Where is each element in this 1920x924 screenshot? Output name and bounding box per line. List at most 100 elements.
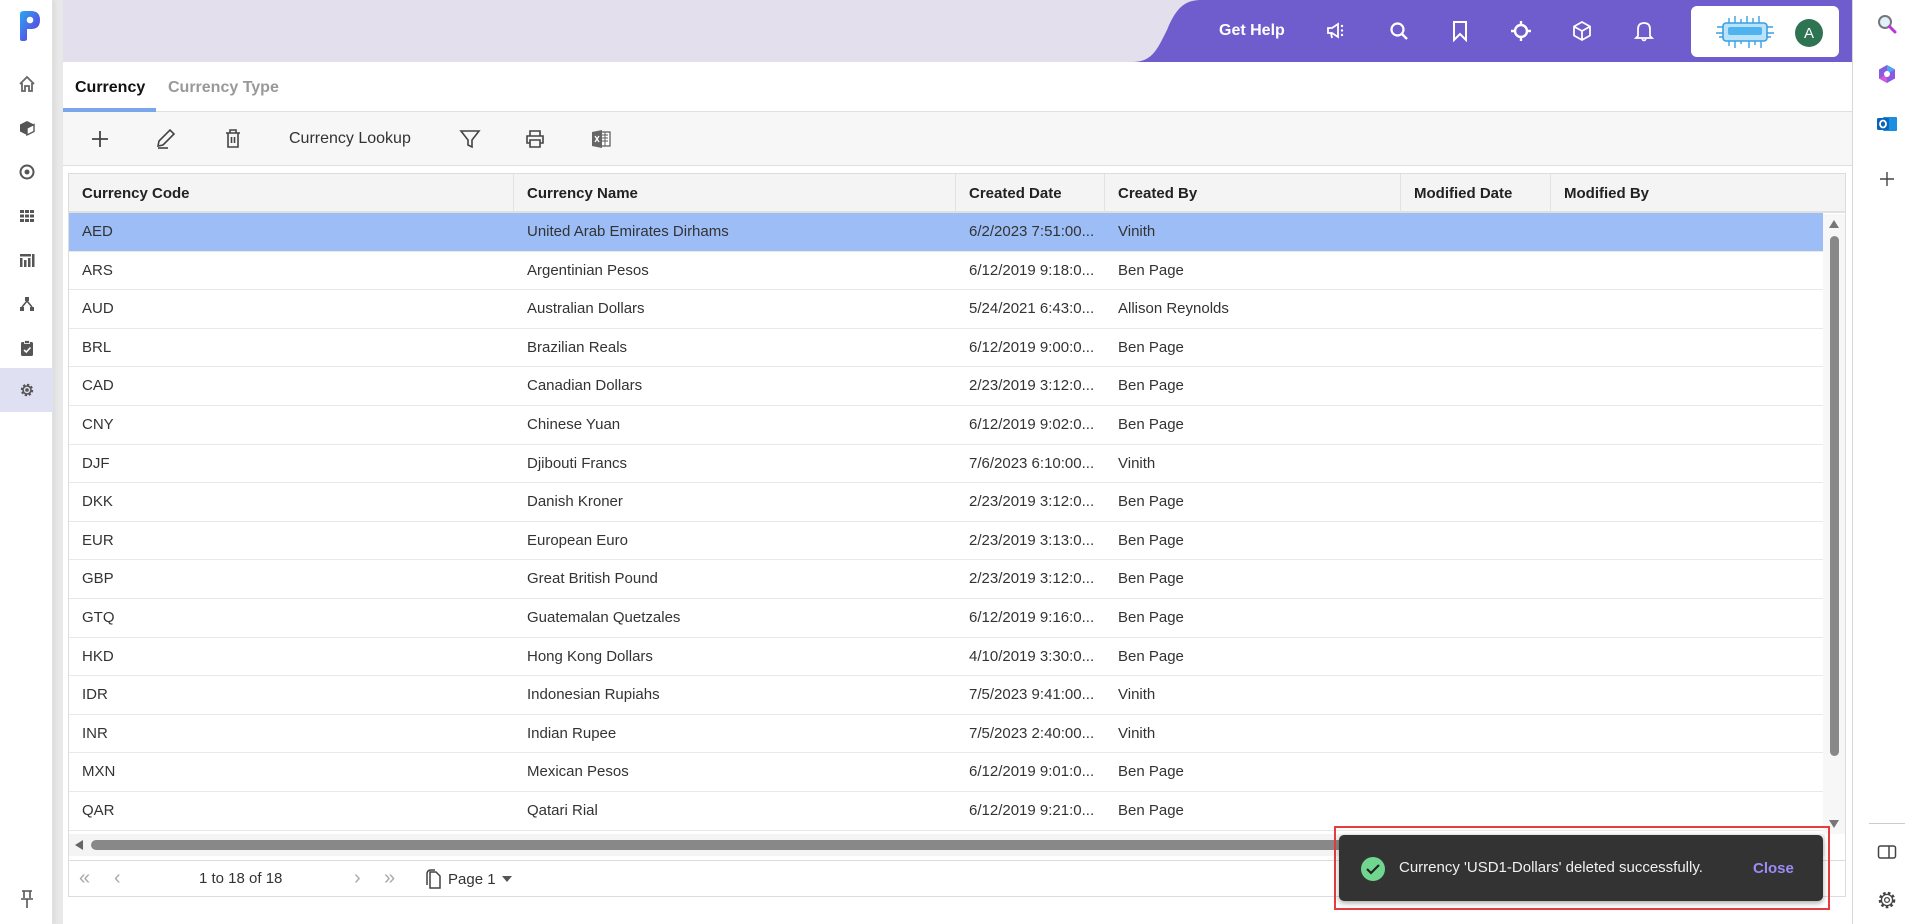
page-selector[interactable]: Page 1 bbox=[424, 867, 512, 891]
previous-page-button[interactable]: ‹ bbox=[114, 867, 121, 890]
pin-icon bbox=[20, 890, 33, 908]
cell-modified-by bbox=[1551, 290, 1823, 328]
cell-created-by: Ben Page bbox=[1118, 570, 1184, 588]
locate-button[interactable] bbox=[1508, 18, 1534, 44]
first-page-button[interactable]: « bbox=[79, 867, 90, 890]
table-row[interactable]: CNY Chinese Yuan 6/12/2019 9:02:0... Ben Pa… bbox=[69, 406, 1823, 445]
cell-created-by: Ben Page bbox=[1118, 608, 1184, 626]
scroll-down-arrow[interactable] bbox=[1829, 820, 1839, 828]
add-app-button[interactable] bbox=[1873, 165, 1901, 193]
table-row[interactable]: MXN Mexican Pesos 6/12/2019 9:01:0... Ben P… bbox=[69, 753, 1823, 792]
cell-created-by: Vinith bbox=[1118, 724, 1156, 742]
cell-currency-code: INR bbox=[82, 724, 108, 742]
tab-currency-type[interactable]: Currency Type bbox=[168, 79, 279, 97]
notifications-button[interactable] bbox=[1631, 18, 1657, 44]
table-row[interactable]: EUR European Euro 2/23/2019 3:13:0... Ben P… bbox=[69, 522, 1823, 561]
nav-hierarchy[interactable] bbox=[0, 282, 53, 326]
delete-button[interactable] bbox=[218, 125, 248, 153]
currency-lookup-button[interactable]: Currency Lookup bbox=[289, 125, 411, 153]
copilot-button[interactable] bbox=[1873, 60, 1901, 88]
outlook-icon bbox=[1877, 117, 1897, 131]
table-row[interactable]: ARS Argentinian Pesos 6/12/2019 9:18:0... B… bbox=[69, 252, 1823, 291]
column-header-currency-name[interactable]: Currency Name bbox=[514, 174, 956, 213]
nav-apps[interactable] bbox=[0, 194, 53, 238]
nav-tasks[interactable] bbox=[0, 326, 53, 370]
cell-currency-name: Canadian Dollars bbox=[527, 377, 643, 395]
toast-close-button[interactable]: Close bbox=[1753, 860, 1794, 877]
cell-currency-code: QAR bbox=[82, 801, 115, 819]
nav-goals[interactable] bbox=[0, 150, 53, 194]
cell-modified-by bbox=[1551, 638, 1823, 676]
app-logo[interactable] bbox=[17, 10, 41, 42]
bookmarks-button[interactable] bbox=[1447, 18, 1473, 44]
column-header-currency-code[interactable]: Currency Code bbox=[69, 174, 514, 213]
nav-settings[interactable] bbox=[0, 368, 53, 412]
filter-button[interactable] bbox=[455, 125, 485, 153]
cell-modified-date bbox=[1401, 213, 1551, 251]
plus-icon bbox=[92, 131, 108, 147]
bell-icon bbox=[1634, 22, 1654, 42]
nav-reports[interactable] bbox=[0, 238, 53, 282]
table-row[interactable]: GBP Great British Pound 2/23/2019 3:12:0..… bbox=[69, 560, 1823, 599]
table-row[interactable]: QAR Qatari Rial 6/12/2019 9:21:0... Ben Pag… bbox=[69, 792, 1823, 831]
scroll-up-arrow[interactable] bbox=[1829, 220, 1839, 228]
header-search-button[interactable] bbox=[1386, 18, 1412, 44]
last-page-button[interactable]: » bbox=[384, 867, 395, 890]
cell-currency-code: GBP bbox=[82, 570, 114, 588]
announcements-button[interactable] bbox=[1324, 18, 1350, 44]
cell-created-date: 6/12/2019 9:16:0... bbox=[969, 608, 1095, 626]
table-row[interactable]: HKD Hong Kong Dollars 4/10/2019 3:30:0... B… bbox=[69, 638, 1823, 677]
target-icon bbox=[19, 164, 34, 180]
chart-icon bbox=[19, 254, 34, 267]
table-row[interactable]: AED United Arab Emirates Dirhams 6/2/2023 … bbox=[69, 213, 1823, 252]
cell-created-date: 2/23/2019 3:12:0... bbox=[969, 570, 1095, 588]
vertical-scroll-thumb[interactable] bbox=[1830, 236, 1839, 756]
cell-currency-code: GTQ bbox=[82, 608, 115, 626]
table-row[interactable]: IDR Indonesian Rupiahs 7/5/2023 9:41:00...… bbox=[69, 676, 1823, 715]
table-row[interactable]: BRL Brazilian Reals 6/12/2019 9:00:0... Ben… bbox=[69, 329, 1823, 368]
table-row[interactable]: CAD Canadian Dollars 2/23/2019 3:12:0... Be… bbox=[69, 367, 1823, 406]
cell-currency-name: European Euro bbox=[527, 531, 628, 549]
cell-created-date: 6/12/2019 9:01:0... bbox=[969, 763, 1095, 781]
cell-currency-code: EUR bbox=[82, 531, 114, 549]
table-row[interactable]: DKK Danish Kroner 2/23/2019 3:12:0... Ben P… bbox=[69, 483, 1823, 522]
vertical-scrollbar[interactable] bbox=[1823, 214, 1845, 834]
outlook-button[interactable] bbox=[1873, 110, 1901, 138]
bookmark-icon bbox=[1453, 21, 1467, 42]
page-label: Page 1 bbox=[448, 870, 496, 888]
side-settings-button[interactable] bbox=[1873, 886, 1901, 914]
column-header-created-by[interactable]: Created By bbox=[1105, 174, 1401, 213]
packages-button[interactable] bbox=[1569, 18, 1595, 44]
export-excel-button[interactable] bbox=[586, 125, 616, 153]
table-row[interactable]: DJF Djibouti Francs 7/6/2023 6:10:00... Vin… bbox=[69, 445, 1823, 484]
table-row[interactable]: INR Indian Rupee 7/5/2023 2:40:00... Vinith bbox=[69, 715, 1823, 754]
nav-home[interactable] bbox=[0, 62, 53, 106]
column-header-modified-by[interactable]: Modified By bbox=[1551, 174, 1845, 213]
next-page-button[interactable]: › bbox=[354, 867, 361, 890]
toggle-sidebar-button[interactable] bbox=[1873, 838, 1901, 866]
plus-icon bbox=[1880, 172, 1894, 186]
cell-modified-date bbox=[1401, 329, 1551, 367]
add-button[interactable] bbox=[85, 125, 115, 153]
user-avatar[interactable]: A bbox=[1795, 19, 1823, 47]
table-row[interactable]: AUD Australian Dollars 5/24/2021 6:43:0...… bbox=[69, 290, 1823, 329]
column-header-created-date[interactable]: Created Date bbox=[956, 174, 1105, 213]
side-search-button[interactable] bbox=[1873, 10, 1901, 38]
filter-icon bbox=[459, 130, 481, 149]
scroll-left-arrow[interactable] bbox=[75, 840, 83, 850]
cell-created-date: 6/12/2019 9:00:0... bbox=[969, 338, 1095, 356]
edit-button[interactable] bbox=[151, 125, 181, 153]
cell-created-by: Vinith bbox=[1118, 223, 1156, 240]
cell-modified-date bbox=[1401, 445, 1551, 483]
tab-currency[interactable]: Currency bbox=[75, 79, 145, 97]
table-row[interactable]: GTQ Guatemalan Quetzales 6/12/2019 9:16:0.… bbox=[69, 599, 1823, 638]
cell-created-date: 5/24/2021 6:43:0... bbox=[969, 300, 1095, 318]
column-header-modified-date[interactable]: Modified Date bbox=[1401, 174, 1551, 213]
currency-grid: Currency Code Currency Name Created Date… bbox=[68, 173, 1846, 861]
pin-nav-button[interactable] bbox=[0, 884, 53, 914]
print-button[interactable] bbox=[520, 125, 550, 153]
top-header: Get Help A bbox=[63, 0, 1852, 62]
profile-panel[interactable]: A bbox=[1691, 6, 1839, 57]
get-help-link[interactable]: Get Help bbox=[1219, 22, 1285, 40]
nav-products[interactable] bbox=[0, 106, 53, 150]
